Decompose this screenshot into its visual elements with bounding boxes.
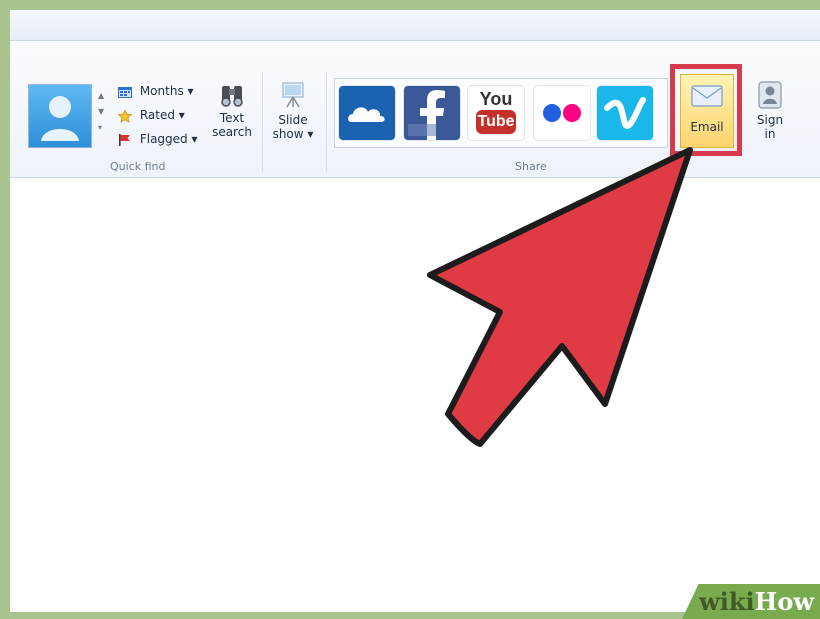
facebook-icon xyxy=(408,90,445,140)
separator xyxy=(326,72,327,172)
frame-top xyxy=(0,0,820,10)
frame-left xyxy=(0,0,10,619)
scroll-up-icon[interactable]: ▲ xyxy=(98,90,108,102)
user-avatar-icon xyxy=(41,96,79,141)
share-flickr-button[interactable] xyxy=(534,86,590,140)
share-facebook-button[interactable] xyxy=(404,86,460,140)
sign-in-button[interactable]: Sign in xyxy=(748,80,792,141)
flag-icon xyxy=(117,133,133,147)
wikihow-watermark: wikiHow xyxy=(682,584,820,619)
slide-show-label-line2: show ▾ xyxy=(272,127,314,141)
flagged-label: Flagged ▾ xyxy=(139,132,198,146)
binoculars-icon xyxy=(221,86,243,107)
flagged-filter-button[interactable]: Flagged ▾ xyxy=(117,130,198,148)
text-search-button[interactable]: Text search xyxy=(208,80,256,139)
person-icon xyxy=(758,81,782,109)
slide-show-button[interactable]: Slide show ▾ xyxy=(266,80,320,141)
share-vimeo-button[interactable] xyxy=(597,86,653,140)
rated-label: Rated ▾ xyxy=(139,108,185,122)
more-icon[interactable]: ▾ xyxy=(98,122,108,134)
group-label-share: Share xyxy=(515,160,547,173)
sign-in-label-line2: in xyxy=(764,127,776,141)
share-onedrive-button[interactable] xyxy=(339,86,395,140)
avatar-scroll-controls: ▲ ▼ ▾ xyxy=(96,86,110,146)
email-highlight-box xyxy=(670,64,742,156)
star-icon xyxy=(117,108,133,123)
vimeo-icon xyxy=(604,97,646,129)
rated-filter-button[interactable]: Rated ▾ xyxy=(117,106,185,124)
slide-show-label-line1: Slide xyxy=(278,113,308,127)
text-search-label-line2: search xyxy=(212,125,252,139)
youtube-you-label: You xyxy=(479,89,513,109)
months-filter-button[interactable]: Months ▾ xyxy=(117,82,194,100)
onedrive-cloud-icon xyxy=(348,107,385,122)
scroll-down-icon[interactable]: ▼ xyxy=(98,106,108,118)
people-filter-button[interactable] xyxy=(28,84,92,148)
text-search-label-line1: Text xyxy=(219,111,245,125)
separator xyxy=(262,72,263,172)
flickr-icon xyxy=(543,104,581,122)
watermark-wiki: wiki xyxy=(699,587,755,616)
projector-icon xyxy=(282,82,304,108)
watermark-how: How xyxy=(754,587,814,616)
calendar-icon xyxy=(117,85,133,99)
group-label-quick-find: Quick find xyxy=(110,160,166,173)
window-titlebar xyxy=(10,10,820,40)
sign-in-label-line1: Sign xyxy=(756,113,784,127)
share-youtube-button[interactable]: You Tube xyxy=(468,86,524,140)
youtube-icon: Tube xyxy=(476,110,516,134)
months-label: Months ▾ xyxy=(139,84,194,98)
